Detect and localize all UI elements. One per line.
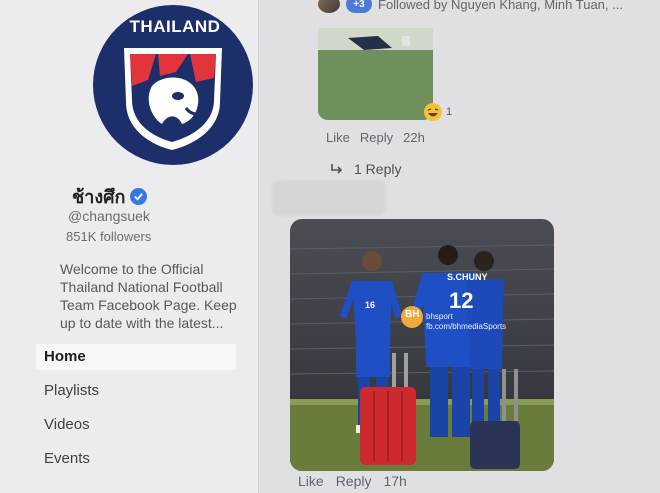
view-replies-label[interactable]: 1 Reply	[354, 161, 401, 177]
followed-by-row: +3 Followed by Nguyen Khang, Minh Tuan, …	[318, 0, 623, 13]
like-link[interactable]: Like	[298, 473, 324, 489]
follower-count: 851K followers	[66, 229, 152, 244]
reaction-count: 1	[446, 106, 453, 118]
nav-item-events[interactable]: Events	[36, 446, 236, 472]
comment-photo-players[interactable]	[290, 219, 554, 471]
followed-by-text: Followed by Nguyen Khang, Minh Tuan, ...	[378, 0, 623, 12]
comment-photo[interactable]	[318, 28, 433, 120]
nav-item-home[interactable]: Home	[36, 344, 236, 370]
jersey-name-center: S.CHUNY	[447, 272, 488, 282]
logo-text: THAILAND	[129, 17, 221, 36]
view-replies[interactable]: 1 Reply	[330, 161, 401, 177]
page-name[interactable]: ช้างศึก	[72, 182, 148, 211]
reply-arrow-icon	[331, 164, 343, 174]
page-handle: @changsuek	[68, 208, 150, 224]
watermark-text: bhsport fb.com/bhmediaSports	[426, 312, 507, 331]
reply-link[interactable]: Reply	[336, 473, 372, 489]
reply-link[interactable]: Reply	[360, 130, 393, 145]
page-name-text[interactable]: ช้างศึก	[72, 182, 125, 211]
comment-time[interactable]: 22h	[403, 130, 425, 145]
blurred-commenter-name	[272, 180, 386, 216]
watermark-badge: BH	[405, 309, 420, 320]
post-comment-actions: Like Reply 17h	[298, 473, 407, 489]
comment-reaction[interactable]: 1	[424, 103, 452, 121]
avatar[interactable]	[318, 0, 340, 13]
page-nav: Home Playlists Videos Events	[36, 344, 236, 480]
haha-reaction-icon	[424, 103, 442, 121]
like-link[interactable]: Like	[326, 130, 350, 145]
nav-item-playlists[interactable]: Playlists	[36, 378, 236, 404]
verified-badge-icon	[130, 188, 148, 205]
comment-actions: Like Reply 22h	[326, 130, 425, 145]
more-friends-badge[interactable]: +3	[346, 0, 372, 13]
page-about-text: Welcome to the Official Thailand Nationa…	[60, 261, 237, 331]
jersey-number-center: 12	[449, 288, 474, 313]
comment-time[interactable]: 17h	[383, 473, 406, 489]
nav-item-videos[interactable]: Videos	[36, 412, 236, 438]
jersey-number-left: 16	[365, 300, 376, 310]
